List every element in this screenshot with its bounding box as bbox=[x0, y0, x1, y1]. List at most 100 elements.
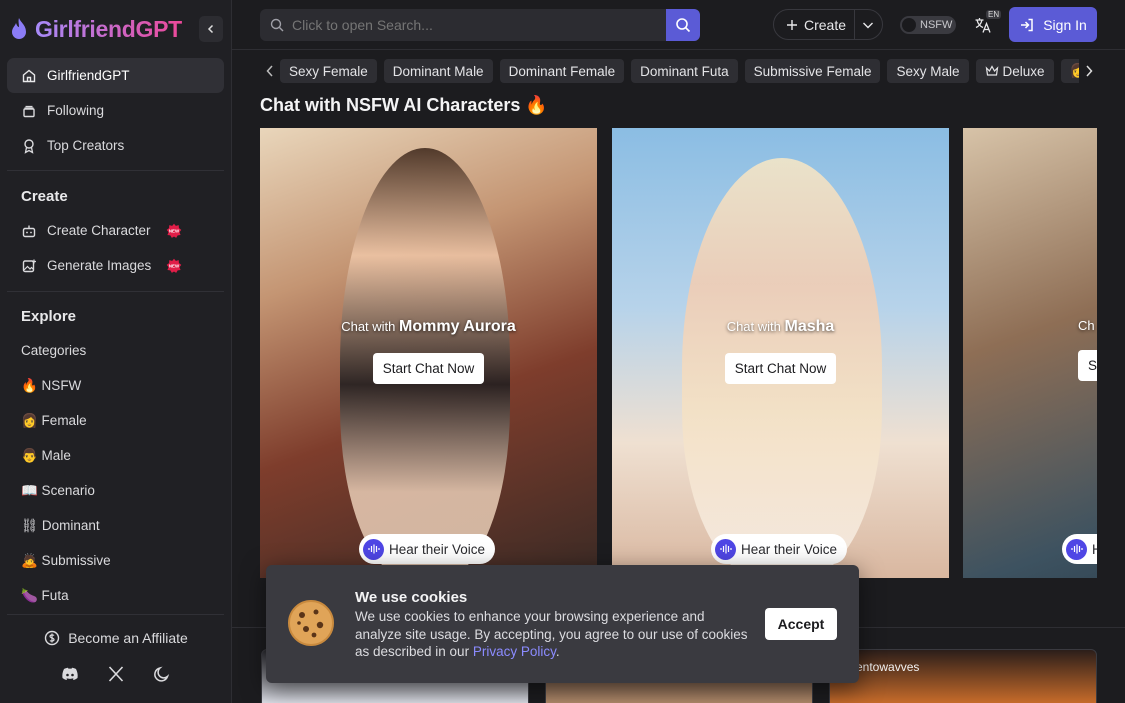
brand-logo[interactable]: GirlfriendGPT bbox=[9, 12, 182, 46]
search-bar[interactable] bbox=[260, 9, 700, 41]
character-carousel: Chat with Mommy Aurora Start Chat Now He… bbox=[260, 128, 1097, 578]
new-badge: NEW bbox=[163, 255, 185, 277]
sign-in-button[interactable]: Sign In bbox=[1009, 7, 1097, 42]
privacy-policy-link[interactable]: Privacy Policy bbox=[473, 644, 556, 659]
start-chat-button[interactable]: St bbox=[1078, 350, 1097, 381]
hear-voice-button[interactable]: H bbox=[1062, 534, 1097, 564]
sidebar: GirlfriendGPT GirlfriendGPT Following To… bbox=[0, 0, 232, 703]
log-in-icon bbox=[1021, 18, 1033, 31]
tag-dominant-female[interactable]: Dominant Female bbox=[499, 59, 625, 83]
explore-item-female[interactable]: 👩 Female bbox=[21, 413, 87, 429]
hear-voice-label: Hear their Voice bbox=[389, 541, 486, 557]
tag-dominant-futa[interactable]: Dominant Futa bbox=[631, 59, 738, 83]
explore-item-scenario[interactable]: 📖 Scenario bbox=[21, 483, 95, 499]
cookie-banner: We use cookies We use cookies to enhance… bbox=[266, 565, 859, 683]
create-label: Create bbox=[804, 16, 847, 33]
discord-icon[interactable] bbox=[60, 664, 80, 684]
explore-item-submissive[interactable]: 🙇 Submissive bbox=[21, 553, 111, 569]
search-button[interactable] bbox=[666, 9, 700, 41]
following-icon bbox=[23, 105, 35, 117]
tags-scroll-left[interactable] bbox=[260, 59, 280, 83]
audio-wave-icon bbox=[715, 538, 736, 560]
hear-voice-button[interactable]: Hear their Voice bbox=[711, 534, 848, 564]
start-chat-button[interactable]: Start Chat Now bbox=[724, 353, 837, 384]
sidebar-item-generate-images[interactable]: Generate Images NEW bbox=[7, 248, 224, 283]
nsfw-label: NSFW bbox=[920, 19, 953, 31]
dollar-circle-icon bbox=[44, 630, 60, 646]
collapse-sidebar-button[interactable] bbox=[199, 16, 223, 42]
section-title-create: Create bbox=[21, 188, 68, 205]
audio-wave-icon bbox=[363, 538, 384, 560]
svg-text:NEW: NEW bbox=[168, 228, 179, 233]
sidebar-item-home[interactable]: GirlfriendGPT bbox=[7, 58, 224, 93]
sidebar-divider bbox=[7, 614, 224, 615]
start-chat-button[interactable]: Start Chat Now bbox=[372, 353, 485, 384]
flame-icon bbox=[12, 18, 26, 39]
sidebar-divider bbox=[7, 170, 224, 171]
brand-name: GirlfriendGPT bbox=[35, 15, 182, 42]
card-title: Chat with Mommy Aurora bbox=[341, 318, 516, 335]
social-links bbox=[60, 664, 172, 684]
topbar: Create NSFW EN Sign In bbox=[232, 0, 1125, 50]
chevron-right-icon bbox=[1086, 65, 1093, 77]
button-separator bbox=[854, 9, 855, 40]
hear-voice-label: Hear their Voice bbox=[741, 541, 838, 557]
sidebar-item-label: GirlfriendGPT bbox=[47, 68, 130, 83]
explore-item-nsfw[interactable]: 🔥 NSFW bbox=[21, 378, 81, 394]
card-overlay: Ch St bbox=[1078, 318, 1097, 381]
x-twitter-icon[interactable] bbox=[106, 664, 126, 684]
category-tags: Sexy Female Dominant Male Dominant Femal… bbox=[260, 59, 1097, 83]
explore-item-categories[interactable]: Categories bbox=[21, 343, 86, 358]
sidebar-divider bbox=[7, 291, 224, 292]
toggle-knob bbox=[902, 18, 916, 32]
tag-deluxe[interactable]: Deluxe bbox=[975, 59, 1054, 83]
card-overlay: Chat with Mommy Aurora Start Chat Now bbox=[260, 318, 597, 384]
card-title: Chat with Masha bbox=[726, 318, 835, 335]
sign-in-label: Sign In bbox=[1043, 16, 1087, 33]
sidebar-item-top-creators[interactable]: Top Creators bbox=[7, 128, 224, 163]
tag-sexy-male[interactable]: Sexy Male bbox=[887, 59, 969, 83]
accept-cookies-button[interactable]: Accept bbox=[765, 608, 837, 640]
card-title: Ch bbox=[1078, 318, 1095, 333]
page-heading: Chat with NSFW AI Characters 🔥 bbox=[260, 95, 548, 115]
chevron-down-icon[interactable] bbox=[862, 20, 874, 30]
language-badge: EN bbox=[986, 10, 1002, 19]
sidebar-item-create-character[interactable]: Create Character NEW bbox=[7, 213, 224, 248]
explore-item-dominant[interactable]: ⛓ Dominant bbox=[21, 518, 100, 534]
cookie-icon bbox=[288, 600, 334, 646]
app-root: GirlfriendGPT GirlfriendGPT Following To… bbox=[0, 0, 1125, 703]
character-card[interactable]: Ch St H bbox=[963, 128, 1097, 578]
bot-icon bbox=[22, 225, 36, 237]
tags-scroll-right[interactable] bbox=[1079, 59, 1099, 83]
search-icon bbox=[270, 18, 284, 32]
chevron-left-icon bbox=[207, 24, 214, 34]
chevron-left-icon bbox=[266, 65, 273, 77]
create-menu-button[interactable]: Create bbox=[773, 9, 883, 40]
sidebar-item-following[interactable]: Following bbox=[7, 93, 224, 128]
explore-item-male[interactable]: 👨 Male bbox=[21, 448, 71, 464]
search-input[interactable] bbox=[292, 17, 672, 33]
nsfw-toggle[interactable]: NSFW bbox=[900, 16, 956, 34]
card-overlay: Chat with Masha Start Chat Now bbox=[612, 318, 949, 384]
tag-submissive-female[interactable]: Submissive Female bbox=[744, 59, 881, 83]
tag-label: Deluxe bbox=[1002, 63, 1045, 79]
language-button[interactable]: EN bbox=[974, 10, 1002, 38]
character-card[interactable]: Chat with Masha Start Chat Now Hear thei… bbox=[612, 128, 949, 578]
svg-text:NEW: NEW bbox=[169, 263, 180, 268]
new-badge: NEW bbox=[163, 220, 185, 242]
section-title-explore: Explore bbox=[21, 308, 77, 325]
character-tile[interactable]: istentowavves bbox=[829, 649, 1097, 703]
sidebar-item-label: Create Character bbox=[47, 223, 151, 238]
affiliate-link[interactable]: Become an Affiliate bbox=[0, 630, 232, 646]
hear-voice-label: H bbox=[1092, 541, 1097, 557]
tag-dominant-male[interactable]: Dominant Male bbox=[383, 59, 493, 83]
explore-item-futa[interactable]: 🍆 Futa bbox=[21, 588, 69, 604]
moon-icon[interactable] bbox=[152, 664, 172, 684]
award-icon bbox=[24, 138, 34, 154]
image-plus-icon bbox=[22, 259, 36, 272]
hear-voice-button[interactable]: Hear their Voice bbox=[359, 534, 496, 564]
home-icon bbox=[22, 69, 36, 82]
tag-sexy-female[interactable]: Sexy Female bbox=[280, 59, 377, 83]
plus-icon bbox=[787, 19, 797, 30]
character-card[interactable]: Chat with Mommy Aurora Start Chat Now He… bbox=[260, 128, 597, 578]
